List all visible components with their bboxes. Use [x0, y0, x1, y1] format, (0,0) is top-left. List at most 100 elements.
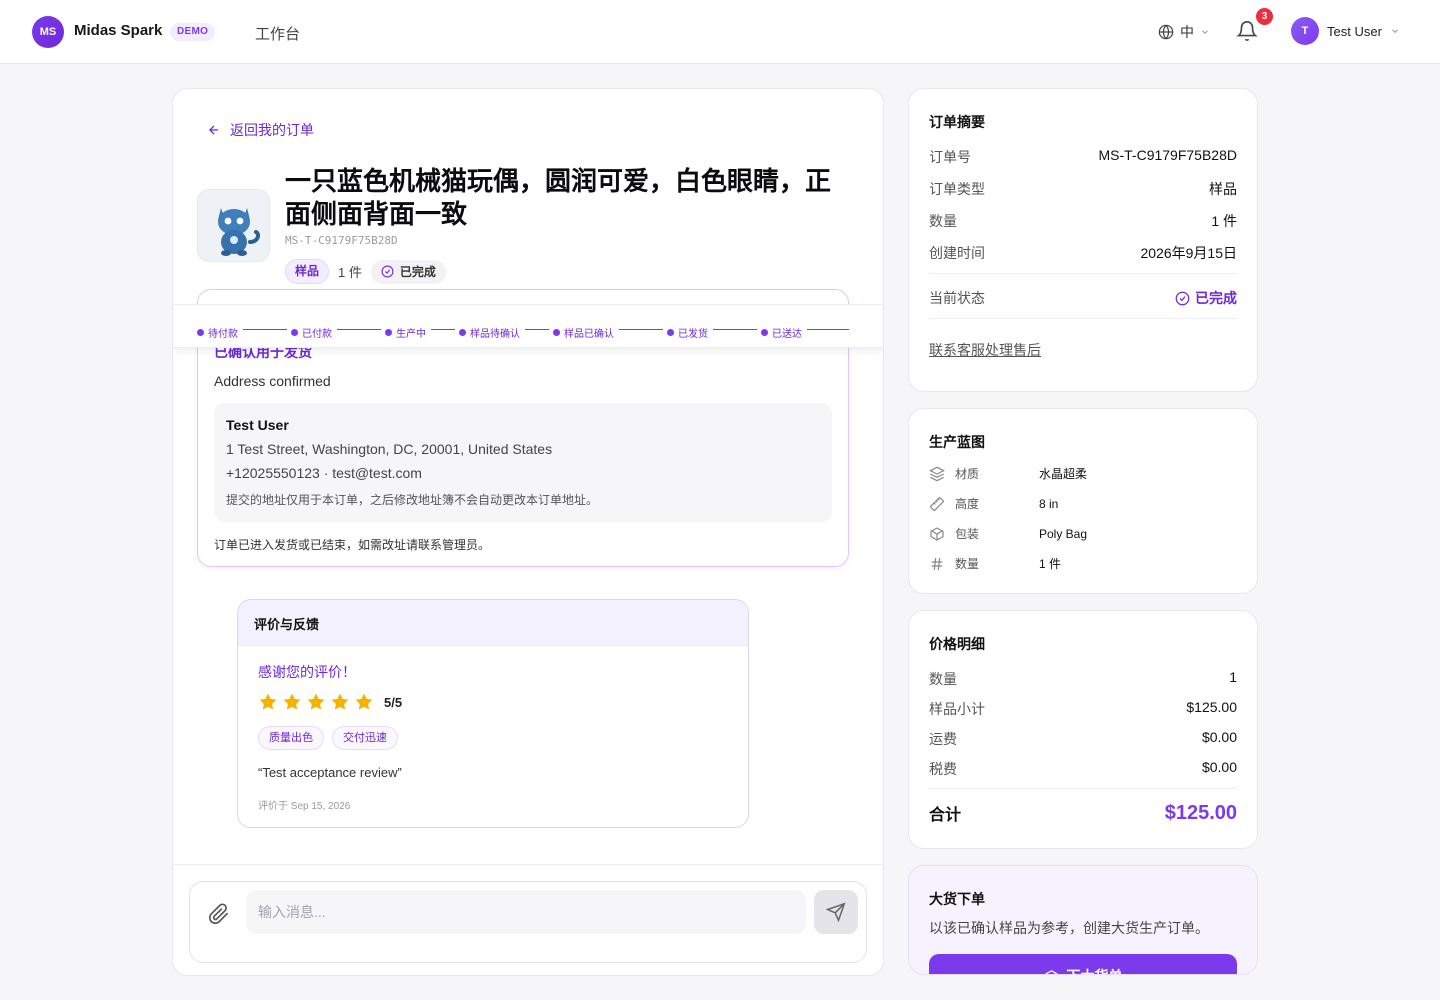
summary-title: 订单摘要: [929, 114, 985, 130]
ruler-icon: [930, 496, 944, 511]
blueprint-row: 材质 水晶超柔: [929, 465, 1087, 482]
step-dot: [553, 329, 560, 336]
bulk-description: 以该已确认样品为参考，创建大货生产订单。: [929, 920, 1209, 936]
progress-step: 样品已确认: [553, 325, 614, 340]
price-value: $125.00: [1186, 699, 1237, 715]
step-dot: [197, 329, 204, 336]
step-dot: [291, 329, 298, 336]
message-input[interactable]: [246, 890, 806, 934]
bell-icon[interactable]: [1236, 20, 1258, 42]
price-key: 数量: [929, 671, 957, 687]
brand-name[interactable]: Midas Spark: [74, 22, 162, 39]
total-value: $125.00: [1164, 801, 1237, 824]
blueprint-row: 数量 1 件: [929, 555, 1061, 572]
step-connector: [431, 329, 455, 330]
review-card: 评价与反馈 感谢您的评价！ 5/5 质量出色 交付迅速 “Test accept…: [237, 599, 749, 828]
status-text: 已完成: [1195, 290, 1237, 306]
summary-key: 数量: [929, 213, 957, 229]
back-to-orders-link[interactable]: 返回我的订单: [207, 120, 314, 140]
review-heading: 评价与反馈: [238, 600, 748, 646]
step-connector: [243, 329, 287, 330]
price-row: 数量 1: [929, 669, 1237, 689]
address-note: 提交的地址仅用于本订单，之后修改地址簿不会自动更改本订单地址。: [226, 493, 599, 507]
step-label: 生产中: [396, 329, 426, 340]
composer-box: [189, 881, 867, 963]
order-chips: 样品 1 件 已完成: [285, 259, 446, 284]
top-bar: MS Midas Spark DEMO 工作台 中 3 T Test User: [0, 0, 1440, 64]
price-key: 运费: [929, 731, 957, 747]
send-button[interactable]: [814, 890, 858, 934]
order-summary-card: 订单摘要 订单号 MS-T-C9179F75B28D 订单类型 样品 数量 1 件 创…: [908, 88, 1258, 392]
status-key: 当前状态: [929, 290, 985, 306]
demo-badge: DEMO: [170, 23, 216, 41]
price-key: 样品小计: [929, 701, 985, 717]
step-label: 待付款: [208, 329, 238, 340]
status-value: 已完成: [1175, 288, 1237, 308]
hash-icon: [931, 557, 943, 570]
price-row: 运费 $0.00: [929, 729, 1237, 749]
language-switcher[interactable]: 中: [1158, 22, 1210, 42]
star-rating: 5/5: [258, 692, 402, 712]
star-icon: [307, 693, 325, 710]
order-quantity: 1 件: [338, 265, 362, 280]
divider: [929, 273, 1237, 274]
step-label: 样品待确认: [470, 329, 520, 340]
blueprint-key: 材质: [955, 467, 980, 481]
message-composer: [173, 864, 883, 975]
summary-value: 2026年9月15日: [1140, 245, 1237, 261]
bulk-title: 大货下单: [929, 891, 985, 907]
bulk-button-label: 下大货单: [1067, 966, 1123, 974]
blueprint-value: 1 件: [1039, 557, 1062, 571]
step-label: 已付款: [302, 329, 332, 340]
review-thanks: 感谢您的评价！: [258, 664, 356, 680]
step-dot: [459, 329, 466, 336]
progress-step: 已送达: [761, 325, 802, 340]
step-label: 样品已确认: [564, 329, 614, 340]
chevron-down-icon: [1202, 30, 1208, 34]
brand-logo[interactable]: MS: [32, 16, 64, 48]
star-icon: [259, 693, 277, 710]
divider: [929, 318, 1237, 319]
pricing-title: 价格明细: [929, 636, 985, 652]
summary-key: 创建时间: [929, 245, 985, 261]
user-menu[interactable]: T Test User: [1291, 17, 1400, 45]
review-date: 评价于 Sep 15, 2026: [258, 801, 351, 812]
step-label: 已送达: [772, 329, 802, 340]
bulk-order-card: 大货下单 以该已确认样品为参考，创建大货生产订单。 下大货单: [908, 865, 1258, 975]
summary-value: 1 件: [1211, 213, 1237, 229]
order-title: 一只蓝色机械猫玩偶，圆润可爱，白色眼睛，正面侧面背面一致: [285, 166, 832, 229]
production-blueprint-card: 生产蓝图 材质 水晶超柔 高度 8 in 包装 Poly Bag 数量 1 件: [908, 408, 1258, 594]
step-dot: [761, 329, 768, 336]
nav-workspace[interactable]: 工作台: [255, 23, 300, 44]
star-icon: [283, 693, 301, 710]
step-dot: [385, 329, 392, 336]
order-type-chip: 样品: [285, 259, 330, 284]
status-badge: 已完成: [370, 259, 446, 284]
progress-step: 已发货: [667, 325, 708, 340]
review-tags: 质量出色 交付迅速: [258, 726, 398, 750]
bulk-order-button[interactable]: 下大货单: [929, 954, 1237, 974]
price-breakdown-card: 价格明细 数量 1 样品小计 $125.00 运费 $0.00 税费 $0.00 合计 …: [908, 610, 1258, 849]
step-connector: [713, 329, 757, 330]
summary-value: MS-T-C9179F75B28D: [1098, 147, 1237, 163]
blueprint-key: 高度: [955, 497, 980, 511]
summary-row: 创建时间 2026年9月15日: [929, 243, 1237, 263]
summary-row: 数量 1 件: [929, 211, 1237, 231]
check-circle-icon: [381, 265, 394, 278]
summary-key: 订单类型: [929, 181, 985, 197]
arrow-left-icon: [209, 125, 219, 135]
order-id: MS-T-C9179F75B28D: [285, 234, 398, 247]
contact-support-link[interactable]: 联系客服处理售后: [929, 340, 1041, 360]
price-row: 样品小计 $125.00: [929, 699, 1237, 719]
step-connector: [525, 329, 549, 330]
address-confirmed-text: Address confirmed: [214, 373, 331, 389]
product-thumbnail[interactable]: [197, 189, 270, 262]
paperclip-icon[interactable]: [208, 903, 230, 925]
progress-step: 待付款: [197, 325, 238, 340]
step-dot: [667, 329, 674, 336]
review-tag: 质量出色: [258, 726, 324, 750]
divider: [929, 788, 1237, 789]
blueprint-row: 高度 8 in: [929, 495, 1058, 512]
recipient-name: Test User: [226, 417, 289, 433]
user-name: Test User: [1327, 23, 1382, 39]
